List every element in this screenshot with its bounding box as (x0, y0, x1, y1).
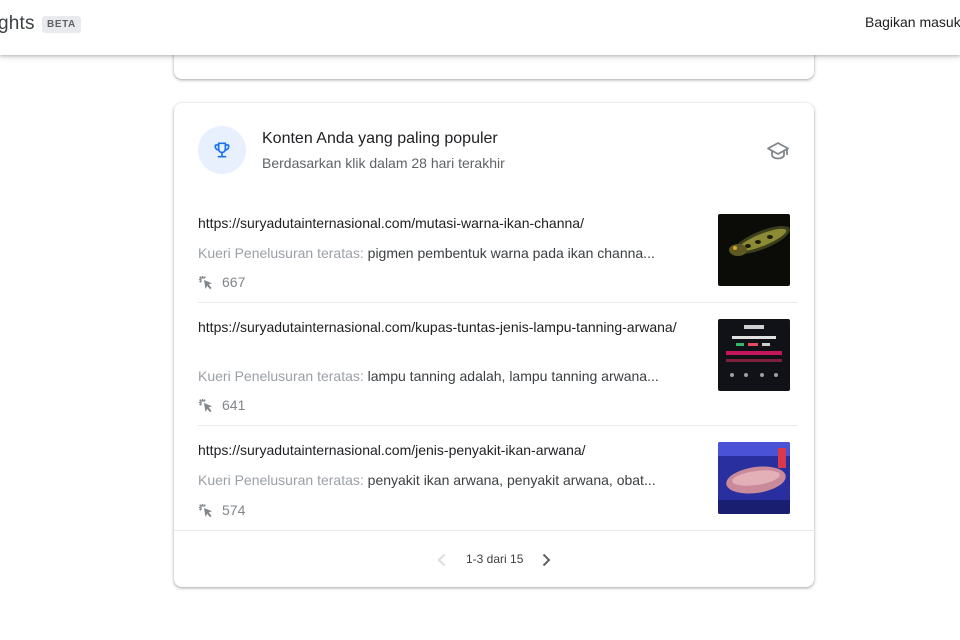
click-count-value: 667 (222, 274, 246, 290)
top-query-value: penyakit ikan arwana, penyakit arwana, o… (367, 472, 656, 488)
click-icon (199, 399, 212, 413)
click-count-value: 641 (222, 397, 246, 413)
share-feedback-link[interactable]: Bagikan masuk (865, 14, 960, 30)
learn-more-button[interactable] (766, 139, 790, 168)
trophy-icon (214, 142, 230, 158)
top-query: Kueri Penelusuran teratas: lampu tanning… (198, 367, 693, 386)
page-thumbnail (718, 442, 790, 514)
list-item[interactable]: https://suryadutainternasional.com/mutas… (198, 214, 798, 303)
trophy-icon-circle (198, 126, 246, 174)
list-item[interactable]: https://suryadutainternasional.com/jenis… (198, 426, 798, 530)
top-query: Kueri Penelusuran teratas: penyakit ikan… (198, 471, 693, 490)
click-count-value: 574 (222, 502, 246, 518)
pagination-range: 1-3 dari 15 (466, 552, 524, 566)
top-query-value: pigmen pembentuk warna pada ikan channa.… (367, 245, 655, 261)
card-title: Konten Anda yang paling populer (262, 130, 498, 147)
app-title: ghts (0, 13, 35, 34)
school-icon (767, 142, 789, 160)
page-url-link[interactable]: https://suryadutainternasional.com/jenis… (198, 441, 693, 460)
top-query-value: lampu tanning adalah, lampu tanning arwa… (367, 368, 659, 384)
top-query-label: Kueri Penelusuran teratas: (198, 368, 364, 384)
page-thumbnail (718, 319, 790, 391)
previous-page-button[interactable] (432, 550, 452, 570)
top-query-label: Kueri Penelusuran teratas: (198, 472, 364, 488)
pagination-divider (174, 530, 814, 531)
top-app-bar: ghts BETA Bagikan masuk (0, 0, 960, 55)
page-url-link[interactable]: https://suryadutainternasional.com/mutas… (198, 214, 693, 233)
page-url-link[interactable]: https://suryadutainternasional.com/kupas… (198, 318, 693, 337)
list-item[interactable]: https://suryadutainternasional.com/kupas… (198, 303, 798, 426)
next-page-button[interactable] (536, 550, 556, 570)
click-icon (199, 276, 212, 290)
popular-content-card: Konten Anda yang paling populer Berdasar… (174, 103, 814, 587)
page-thumbnail (718, 214, 790, 286)
chevron-left-icon (437, 553, 446, 567)
click-icon (199, 504, 212, 518)
beta-badge: BETA (42, 16, 81, 33)
chevron-right-icon (542, 553, 551, 567)
top-query-label: Kueri Penelusuran teratas: (198, 245, 364, 261)
card-subtitle: Berdasarkan klik dalam 28 hari terakhir (262, 155, 505, 171)
top-query: Kueri Penelusuran teratas: pigmen pemben… (198, 244, 693, 263)
